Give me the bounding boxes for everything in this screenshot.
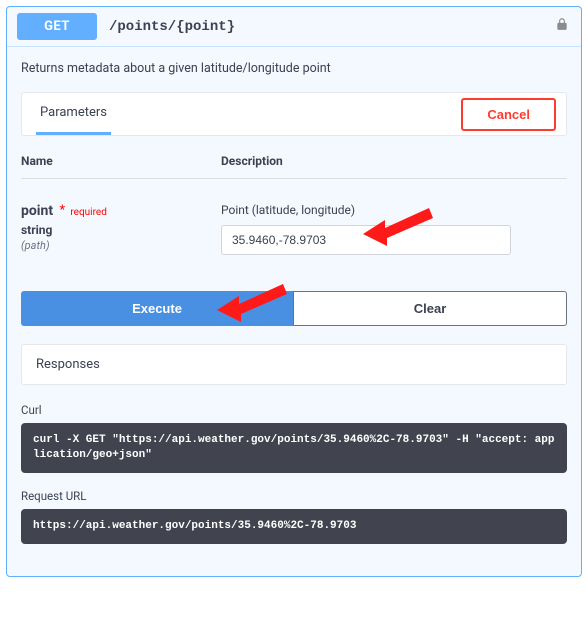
execute-button[interactable]: Execute: [21, 291, 293, 326]
column-header-description: Description: [221, 154, 567, 179]
tab-parameters[interactable]: Parameters: [36, 93, 111, 135]
operation-body: Returns metadata about a given latitude/…: [7, 47, 581, 576]
clear-button[interactable]: Clear: [293, 291, 567, 326]
parameters-section-bar: Parameters Cancel: [21, 92, 567, 136]
responses-title: Responses: [21, 344, 567, 385]
operation-summary: Returns metadata about a given latitude/…: [21, 61, 567, 76]
cancel-button[interactable]: Cancel: [461, 98, 556, 131]
http-method-badge: GET: [17, 13, 97, 40]
request-url-label: Request URL: [21, 489, 567, 503]
required-star-icon: *: [56, 203, 65, 218]
endpoint-path: /points/{point}: [109, 19, 235, 35]
required-label: required: [70, 207, 106, 218]
curl-label: Curl: [21, 403, 567, 417]
lock-icon[interactable]: [555, 17, 569, 35]
param-description: Point (latitude, longitude): [221, 203, 567, 217]
request-url-output[interactable]: https://api.weather.gov/points/35.9460%2…: [21, 509, 567, 544]
curl-output[interactable]: curl -X GET "https://api.weather.gov/poi…: [21, 423, 567, 473]
param-type: string: [21, 223, 221, 237]
api-operation-panel: GET /points/{point} Returns metadata abo…: [6, 6, 582, 577]
parameter-row: point * required string (path) Point (la…: [21, 203, 567, 255]
param-name: point: [21, 203, 53, 219]
operation-header[interactable]: GET /points/{point}: [7, 7, 581, 47]
column-header-name: Name: [21, 154, 221, 179]
param-in: (path): [21, 239, 221, 252]
param-value-input[interactable]: [221, 225, 511, 255]
